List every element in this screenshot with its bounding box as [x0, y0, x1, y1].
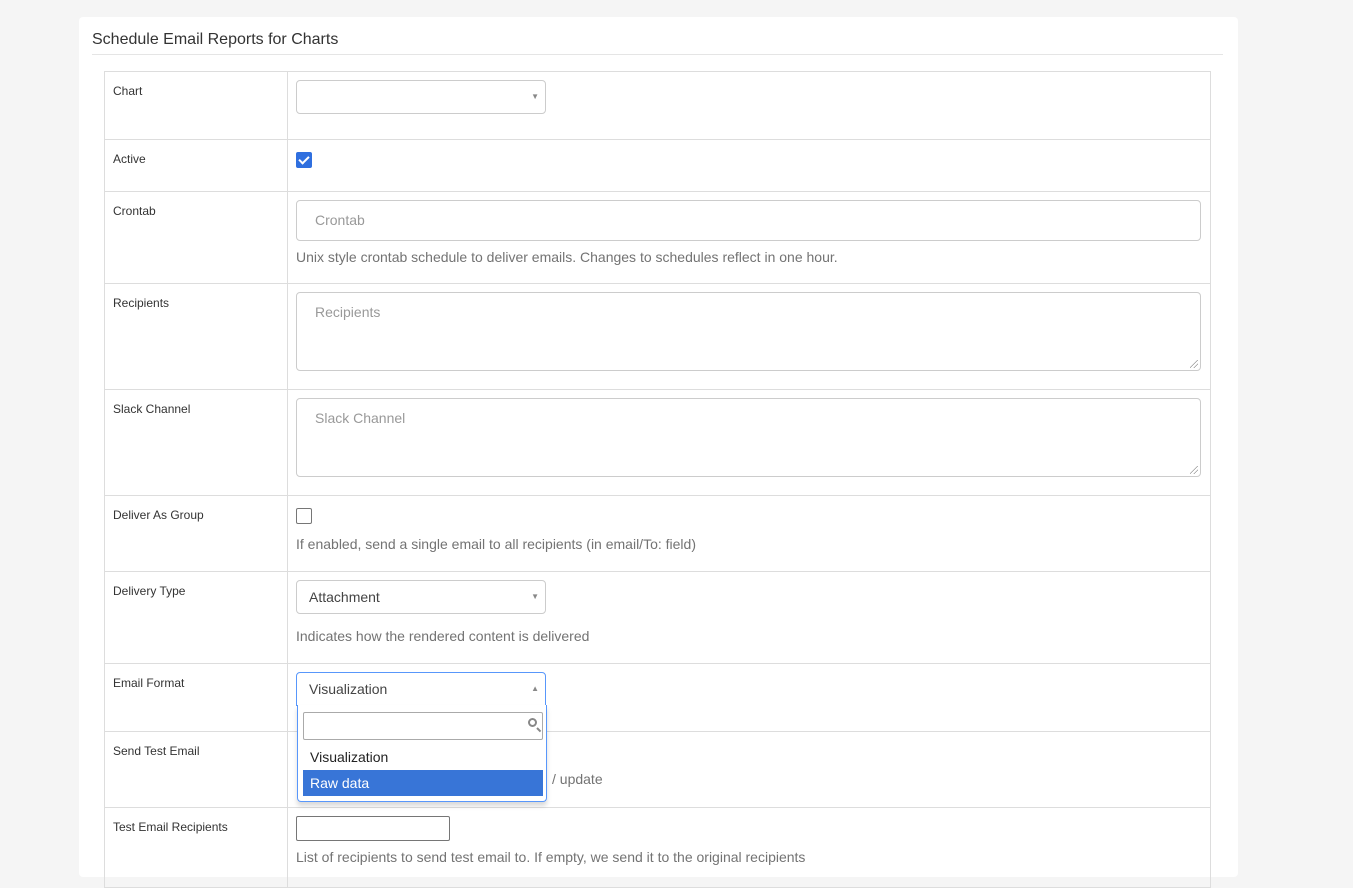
form-row-email-format: Email Format Visualization ▲ [104, 663, 1211, 732]
delivery-type-label: Delivery Type [104, 571, 288, 664]
form-row-active: Active [104, 139, 1211, 192]
deliver-as-group-help: If enabled, send a single email to all r… [296, 536, 696, 552]
active-label: Active [104, 139, 288, 192]
chevron-down-icon: ▼ [531, 92, 539, 101]
resize-handle-icon[interactable] [1190, 466, 1198, 474]
form-row-deliver-as-group: Deliver As Group If enabled, send a sing… [104, 495, 1211, 572]
slack-channel-label: Slack Channel [104, 389, 288, 496]
recipients-placeholder: Recipients [315, 304, 381, 320]
resize-handle-icon[interactable] [1190, 360, 1198, 368]
deliver-as-group-label: Deliver As Group [104, 495, 288, 572]
email-format-dropdown: Visualization Raw data [297, 705, 547, 802]
recipients-textarea[interactable]: Recipients [296, 292, 1201, 371]
form-row-delivery-type: Delivery Type Attachment ▼ Indicates how… [104, 571, 1211, 664]
panel-title: Schedule Email Reports for Charts [92, 31, 339, 48]
recipients-label: Recipients [104, 283, 288, 390]
dropdown-option-visualization[interactable]: Visualization [303, 744, 543, 770]
slack-channel-textarea[interactable]: Slack Channel [296, 398, 1201, 477]
email-format-value: Visualization [309, 681, 388, 697]
crontab-help: Unix style crontab schedule to deliver e… [296, 249, 838, 265]
send-test-email-label: Send Test Email [104, 731, 288, 808]
test-email-recipients-input[interactable] [296, 816, 450, 841]
delivery-type-select[interactable]: Attachment ▼ [296, 580, 546, 614]
form-row-chart: Chart ▼ [104, 71, 1211, 140]
email-format-select[interactable]: Visualization ▲ [296, 672, 546, 706]
schedule-panel: Schedule Email Reports for Charts Chart … [79, 17, 1238, 888]
dropdown-search-input[interactable] [303, 712, 543, 740]
delivery-type-help: Indicates how the rendered content is de… [296, 628, 590, 644]
search-icon [528, 718, 537, 727]
form-row-recipients: Recipients Recipients [104, 283, 1211, 390]
chevron-up-icon: ▲ [531, 684, 539, 693]
dropdown-option-raw-data[interactable]: Raw data [303, 770, 543, 796]
slack-channel-placeholder: Slack Channel [315, 410, 406, 426]
email-format-label: Email Format [104, 663, 288, 732]
test-email-recipients-help: List of recipients to send test email to… [296, 849, 806, 865]
crontab-label: Crontab [104, 191, 288, 284]
chart-select[interactable]: ▼ [296, 80, 546, 114]
form-row-send-test-email: Send Test Email [104, 731, 1211, 808]
form-row-test-email-recipients: Test Email Recipients List of recipients… [104, 807, 1211, 888]
deliver-as-group-checkbox[interactable] [296, 508, 312, 524]
form-row-crontab: Crontab Crontab Unix style crontab sched… [104, 191, 1211, 284]
schedule-form: Chart ▼ Active Crontab Crontab Unix styl… [104, 71, 1211, 888]
form-row-slack-channel: Slack Channel Slack Channel [104, 389, 1211, 496]
title-divider [92, 54, 1223, 55]
chart-label: Chart [104, 71, 288, 140]
test-email-recipients-label: Test Email Recipients [104, 807, 288, 888]
crontab-input[interactable]: Crontab [296, 200, 1201, 241]
active-checkbox[interactable] [296, 152, 312, 168]
send-test-email-help: / update [552, 771, 603, 787]
chevron-down-icon: ▼ [531, 592, 539, 601]
delivery-type-value: Attachment [309, 589, 380, 605]
